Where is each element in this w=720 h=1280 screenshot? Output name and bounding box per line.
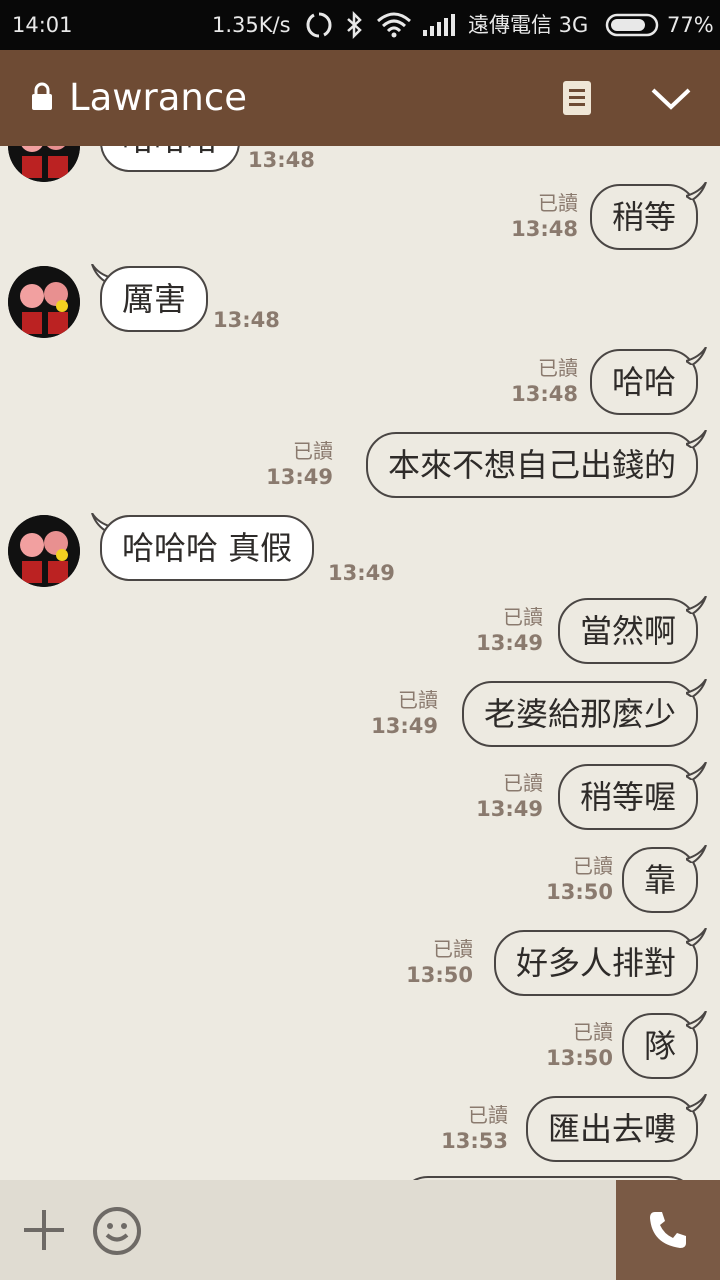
bubble-tail xyxy=(686,762,707,780)
read-receipt: 已讀 xyxy=(538,191,578,215)
message-time: 13:50 xyxy=(406,963,473,987)
bubble-tail xyxy=(686,679,707,697)
message-time: 13:49 xyxy=(266,465,333,489)
message-time: 13:48 xyxy=(511,382,578,406)
message-time: 13:50 xyxy=(546,880,613,904)
phone-icon xyxy=(650,1212,686,1248)
read-receipt: 已讀 xyxy=(503,771,543,795)
emoji-icon[interactable] xyxy=(92,1206,142,1256)
read-receipt: 已讀 xyxy=(573,1020,613,1044)
bubble-tail xyxy=(686,430,707,448)
message-meta: 已讀 13:50 xyxy=(406,936,473,988)
sync-icon xyxy=(306,12,332,38)
message-bubble[interactable]: 稍等 xyxy=(589,184,698,250)
read-receipt: 已讀 xyxy=(293,439,333,463)
status-bar: 14:01 1.35K/s 遠傳電信 3G 77% xyxy=(0,0,720,50)
status-network-speed: 1.35K/s xyxy=(212,13,291,37)
status-carrier: 遠傳電信 3G xyxy=(468,13,589,37)
message-meta: 已讀 13:50 xyxy=(546,853,613,905)
read-receipt: 已讀 xyxy=(433,937,473,961)
message-bubble[interactable]: 哈哈 xyxy=(589,349,698,415)
message-time: 13:49 xyxy=(328,561,395,585)
message-bubble[interactable]: 本來不想自己出錢的 xyxy=(365,432,698,498)
message-meta: 已讀 13:49 xyxy=(266,438,333,490)
message-time: 13:49 xyxy=(371,714,438,738)
message-time: 13:48 xyxy=(248,148,315,172)
message-time: 13:53 xyxy=(441,1129,508,1153)
chat-title: Lawrance xyxy=(69,76,247,119)
bubble-tail xyxy=(686,596,707,614)
bubble-tail xyxy=(686,928,707,946)
message-meta: 已讀 13:49 xyxy=(476,770,543,822)
avatar[interactable] xyxy=(8,515,80,587)
message-list[interactable]: 哈哈哈 13:48 已讀 13:48 稍等 厲害 13:48 已讀 13:48 … xyxy=(0,146,720,1180)
bubble-tail xyxy=(686,1011,707,1029)
bubble-tail xyxy=(686,845,707,863)
plus-icon[interactable] xyxy=(22,1208,66,1252)
message-meta: 已讀 13:48 xyxy=(511,355,578,407)
bubble-tail xyxy=(686,1094,707,1112)
message-bubble[interactable]: 當然啊 xyxy=(557,598,698,664)
chevron-down-icon[interactable] xyxy=(650,85,692,113)
lock-icon xyxy=(32,82,52,110)
message-time: 13:49 xyxy=(476,797,543,821)
message-time: 13:49 xyxy=(476,631,543,655)
message-bubble[interactable]: 哈哈哈 真假 xyxy=(100,515,315,581)
message-bubble[interactable]: 厲害 xyxy=(100,266,209,332)
message-time: 13:50 xyxy=(546,1046,613,1070)
read-receipt: 已讀 xyxy=(573,854,613,878)
message-time: 13:48 xyxy=(213,308,280,332)
bluetooth-icon xyxy=(347,10,362,40)
read-receipt: 已讀 xyxy=(538,356,578,380)
message-time: 13:48 xyxy=(511,217,578,241)
message-meta: 已讀 13:49 xyxy=(371,687,438,739)
message-meta: 已讀 13:50 xyxy=(546,1019,613,1071)
wifi-icon xyxy=(377,12,411,38)
notes-icon[interactable] xyxy=(562,80,592,116)
message-bubble[interactable]: 老婆給那麼少 xyxy=(461,681,698,747)
call-button[interactable] xyxy=(616,1180,720,1280)
message-bubble[interactable]: 好多人排對 xyxy=(493,930,698,996)
message-meta: 已讀 13:48 xyxy=(511,190,578,242)
message-bubble[interactable]: 匯出去嘍 xyxy=(525,1096,698,1162)
battery-icon xyxy=(605,13,659,37)
read-receipt: 已讀 xyxy=(398,688,438,712)
bubble-tail xyxy=(686,347,707,365)
input-bar xyxy=(0,1180,616,1280)
message-bubble[interactable]: 哈哈哈 xyxy=(100,146,241,172)
signal-icon xyxy=(423,14,455,36)
message-meta: 已讀 13:49 xyxy=(476,604,543,656)
status-time: 14:01 xyxy=(12,13,73,37)
read-receipt: 已讀 xyxy=(468,1103,508,1127)
status-battery-percent: 77% xyxy=(667,13,714,37)
avatar[interactable] xyxy=(8,266,80,338)
avatar[interactable] xyxy=(8,146,80,182)
message-meta: 已讀 13:53 xyxy=(441,1102,508,1154)
message-bubble[interactable]: 稍等喔 xyxy=(557,764,698,830)
bubble-tail xyxy=(686,182,707,200)
chat-header: Lawrance xyxy=(0,50,720,146)
read-receipt: 已讀 xyxy=(503,605,543,629)
